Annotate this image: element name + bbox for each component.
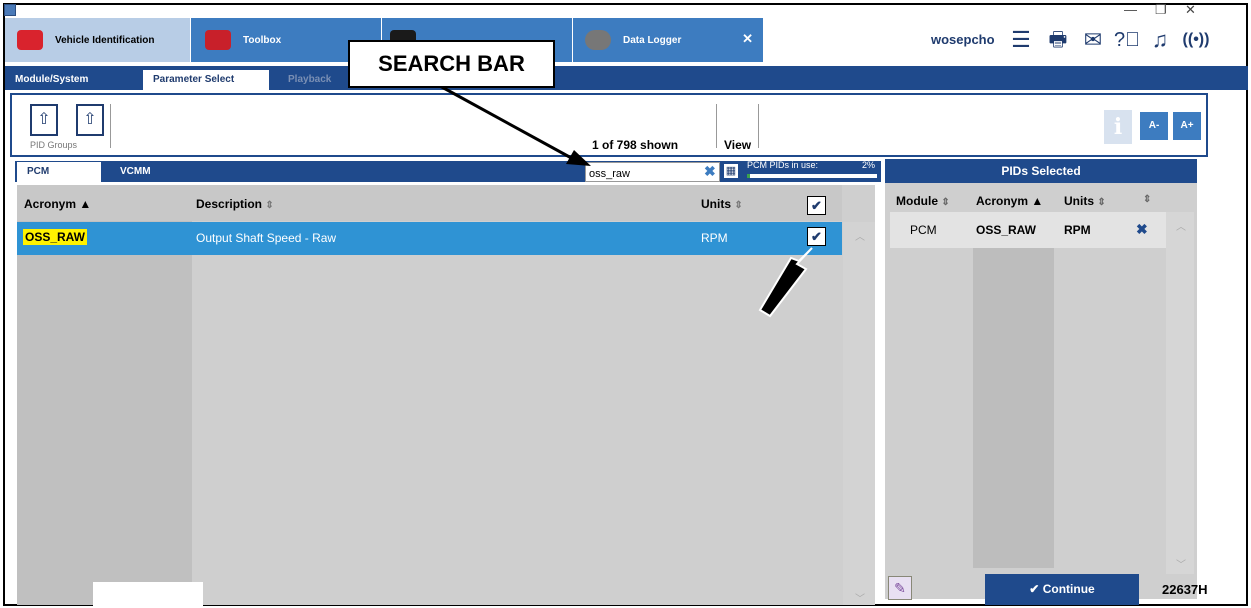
checkbox-pointer-arrow	[758, 247, 813, 318]
search-bar-callout: SEARCH BAR	[348, 40, 555, 88]
annotation-arrows	[439, 84, 813, 318]
callout-arrowhead	[566, 150, 591, 166]
callout-line	[439, 84, 576, 162]
